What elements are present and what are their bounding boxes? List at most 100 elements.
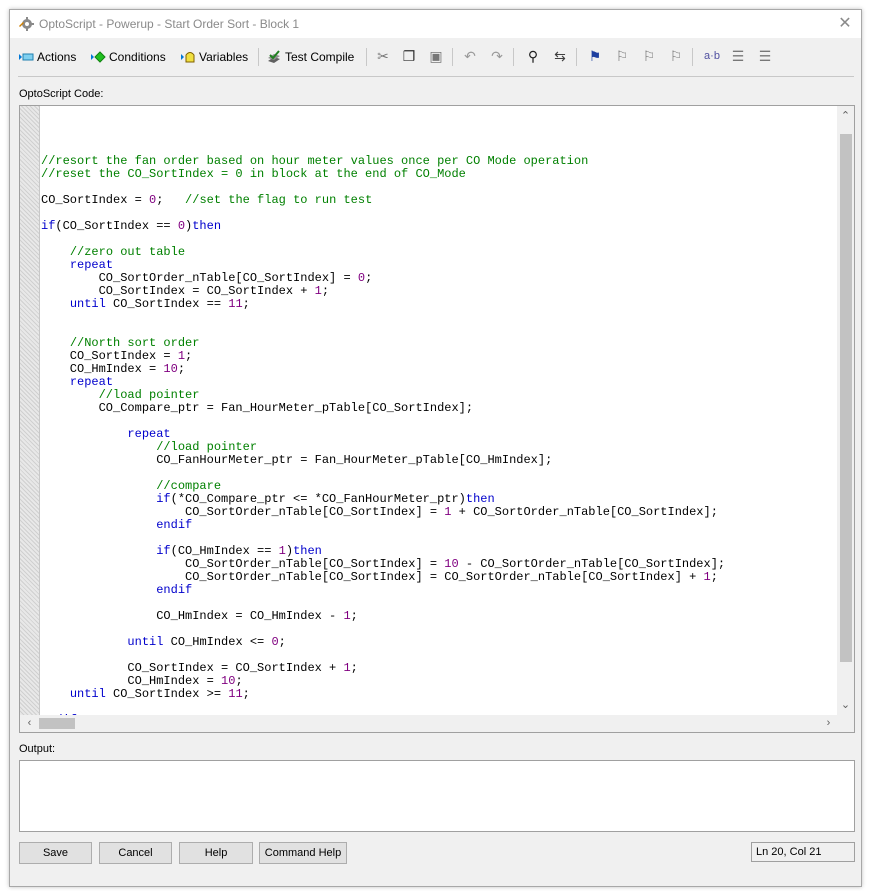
prev-bookmark-icon[interactable]: ⚐	[613, 47, 631, 65]
code-token: 11	[228, 687, 243, 701]
code-token: 1	[278, 544, 286, 558]
code-token: ;	[365, 271, 373, 285]
code-token: 0	[177, 219, 186, 233]
variables-icon	[180, 49, 196, 65]
save-button[interactable]: Save	[19, 842, 92, 864]
code-token: endif	[156, 518, 193, 532]
copy-icon[interactable]: ❐	[400, 47, 418, 65]
code-token: if	[41, 219, 56, 233]
code-label: OptoScript Code:	[19, 88, 104, 100]
code-token: //compare	[156, 479, 222, 493]
code-line[interactable]: until CO_SortIndex == 11;	[41, 298, 725, 311]
code-line[interactable]	[41, 311, 725, 324]
find-icon[interactable]: ⚲	[524, 47, 542, 65]
code-line[interactable]: until CO_SortIndex >= 11;	[41, 688, 725, 701]
variables-button[interactable]: Variables	[180, 48, 248, 66]
code-token: 1	[314, 284, 322, 298]
next-bookmark-icon[interactable]: ⚐	[640, 47, 658, 65]
code-token: until	[127, 635, 164, 649]
code-token: 10	[444, 557, 459, 571]
code-token: ;	[235, 674, 243, 688]
editor-gutter	[20, 106, 40, 716]
replace-icon[interactable]: ⇆	[551, 47, 569, 65]
close-button[interactable]: ✕	[829, 10, 861, 38]
conditions-button[interactable]: Conditions	[90, 48, 166, 66]
clear-bookmarks-icon[interactable]: ⚐	[667, 47, 685, 65]
code-line[interactable]	[41, 701, 725, 714]
toggle-whitespace-icon[interactable]: a·b	[701, 47, 723, 65]
code-token: (CO_HmIndex ==	[170, 544, 279, 558]
code-line[interactable]: CO_HmIndex = 10;	[41, 363, 725, 376]
toolbar-divider	[18, 76, 854, 77]
code-line[interactable]: endif	[41, 584, 725, 597]
code-editor[interactable]: //resort the fan order based on hour met…	[19, 105, 855, 733]
cancel-button[interactable]: Cancel	[99, 842, 172, 864]
code-token: ;	[350, 609, 358, 623]
toolbar-separator	[366, 48, 367, 66]
scroll-left-icon[interactable]: ‹	[21, 715, 38, 732]
vertical-scroll-thumb[interactable]	[840, 134, 852, 662]
command-help-button[interactable]: Command Help	[259, 842, 347, 864]
scroll-down-icon[interactable]: ⌄	[837, 697, 854, 714]
window-title: OptoScript - Powerup - Start Order Sort …	[39, 17, 300, 31]
outdent-icon[interactable]: ☰	[756, 47, 774, 65]
code-text[interactable]: //resort the fan order based on hour met…	[41, 129, 725, 727]
code-token: CO_SortIndex = CO_SortIndex +	[41, 661, 344, 675]
code-line[interactable]: //zero out table	[41, 246, 725, 259]
actions-label: Actions	[37, 50, 77, 64]
actions-button[interactable]: Actions	[18, 48, 76, 66]
horizontal-scrollbar[interactable]: ‹ ›	[20, 715, 837, 732]
code-line[interactable]: CO_Compare_ptr = Fan_HourMeter_pTable[CO…	[41, 402, 725, 415]
code-token: ;	[242, 687, 250, 701]
code-line[interactable]: CO_HmIndex = CO_HmIndex - 1;	[41, 610, 725, 623]
code-line[interactable]: CO_FanHourMeter_ptr = Fan_HourMeter_pTab…	[41, 454, 725, 467]
help-button[interactable]: Help	[179, 842, 253, 864]
redo-icon[interactable]: ↷	[488, 47, 506, 65]
code-token: ;	[350, 661, 358, 675]
vertical-scrollbar[interactable]: ⌃ ⌄	[837, 106, 854, 716]
code-token: until	[69, 297, 106, 311]
code-token: //load pointer	[98, 388, 200, 402]
code-line[interactable]: CO_SortIndex = 0; //set the flag to run …	[41, 194, 725, 207]
bookmark-icon[interactable]: ⚑	[586, 47, 604, 65]
scroll-up-icon[interactable]: ⌃	[837, 108, 854, 125]
code-line[interactable]: until CO_HmIndex <= 0;	[41, 636, 725, 649]
conditions-icon	[90, 49, 106, 65]
code-token: 0	[271, 635, 279, 649]
scroll-right-icon[interactable]: ›	[820, 715, 837, 732]
code-token: 1	[703, 570, 711, 584]
code-line[interactable]: if(CO_SortIndex == 0)then	[41, 220, 725, 233]
toolbar-separator	[258, 48, 259, 66]
code-line[interactable]: endif	[41, 519, 725, 532]
undo-icon[interactable]: ↶	[461, 47, 479, 65]
code-line[interactable]: //reset the CO_SortIndex = 0 in block at…	[41, 168, 725, 181]
code-token: if	[156, 492, 171, 506]
paste-icon[interactable]: ▣	[427, 47, 445, 65]
cut-icon[interactable]: ✂	[374, 47, 392, 65]
indent-icon[interactable]: ☰	[729, 47, 747, 65]
code-token: CO_SortIndex >=	[105, 687, 229, 701]
horizontal-scroll-thumb[interactable]	[39, 718, 75, 729]
code-token: )	[285, 544, 294, 558]
code-token: CO_SortIndex =	[41, 193, 150, 207]
code-token: CO_SortOrder_nTable[CO_SortIndex] =	[41, 505, 445, 519]
code-token: 1	[177, 349, 186, 363]
code-token: ;	[321, 284, 330, 298]
output-panel[interactable]	[19, 760, 855, 832]
code-token: CO_SortIndex ==	[105, 297, 229, 311]
code-token: //set the flag to run test	[185, 193, 373, 207]
output-label: Output:	[19, 743, 56, 755]
code-line[interactable]	[41, 129, 725, 142]
test-compile-button[interactable]: Test Compile	[266, 48, 354, 66]
app-gear-icon	[18, 16, 34, 32]
code-token: - CO_SortOrder_nTable[CO_SortIndex];	[458, 557, 726, 571]
